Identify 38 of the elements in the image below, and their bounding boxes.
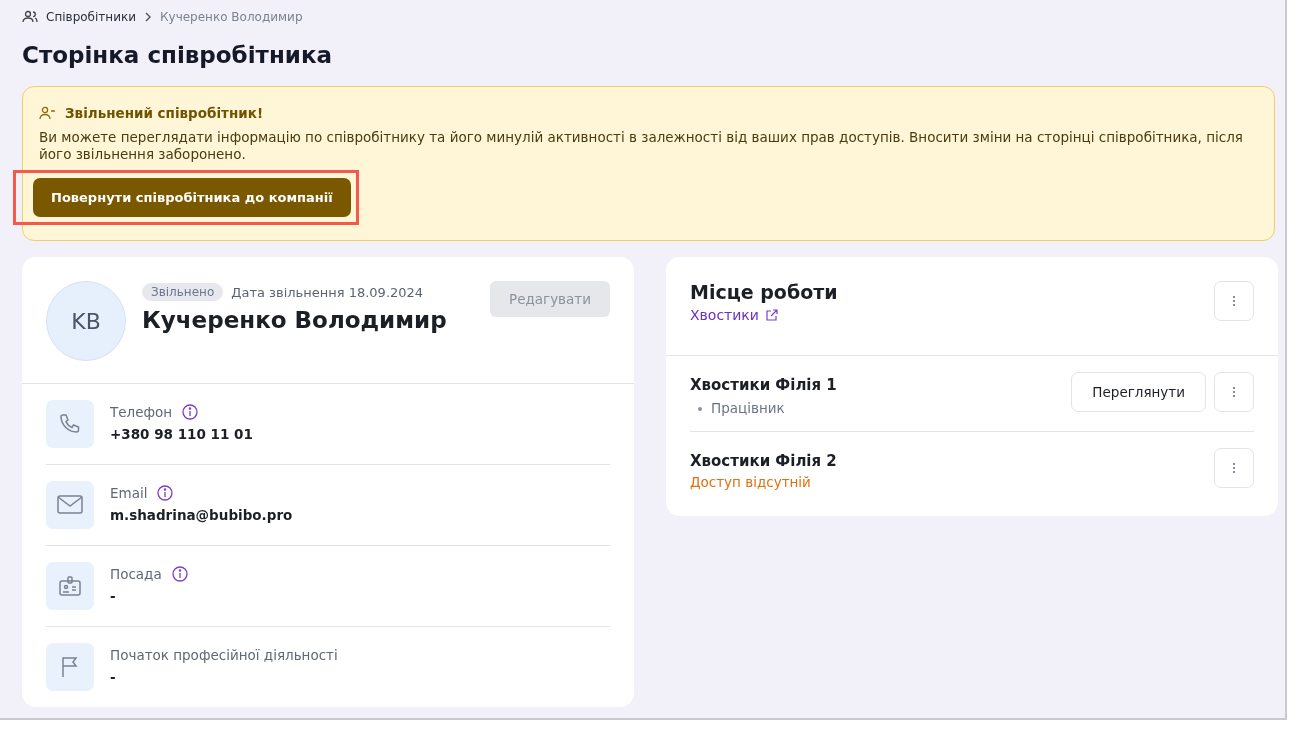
phone-icon [58, 412, 82, 436]
section-title: Місце роботи [690, 281, 838, 303]
person-minus-icon [39, 106, 57, 120]
field-value: - [110, 588, 117, 604]
employee-name: Кучеренко Володимир [142, 307, 448, 333]
badge-icon [58, 574, 82, 598]
status-badge: Звільнено [142, 283, 224, 301]
dismissal-date: Дата звільнення 18.09.2024 [231, 284, 424, 300]
alert-text: Ви можете переглядати інформацію по співробітнику та його минулій активності в залежності від ваших прав доступів. Вносити зміни на сторінці співробітника, після його звільнення заборонено. [39, 129, 1244, 163]
alert-title: Звільнений співробітник! [65, 105, 264, 121]
chevron-right-icon [144, 12, 152, 22]
field-value: +380 98 110 11 01 [110, 426, 253, 442]
envelope-icon [57, 494, 83, 516]
return-employee-button[interactable]: Повернути співробітника до компанії [33, 178, 351, 217]
external-link-icon [764, 308, 778, 322]
breadcrumb-link[interactable]: Співробітники [46, 10, 136, 24]
kebab-menu-icon [1232, 386, 1236, 398]
field-label: Початок професійної діяльності [110, 647, 338, 663]
kebab-menu-icon [1232, 295, 1236, 307]
bullet-icon [698, 407, 702, 411]
access-status: Доступ відсутній [690, 474, 812, 490]
company-link[interactable]: Хвостики [690, 307, 759, 323]
avatar: KB [46, 281, 126, 361]
field-label: Email [110, 485, 148, 501]
info-icon[interactable] [171, 566, 188, 582]
field-value: m.shadrina@bubibo.pro [110, 507, 293, 523]
info-icon[interactable] [157, 485, 174, 501]
field-value: - [110, 669, 117, 685]
branch-name: Хвостики Філія 1 [690, 376, 837, 394]
page-title: Сторінка співробітника [22, 42, 334, 68]
field-label: Посада [110, 566, 162, 582]
branch-name: Хвостики Філія 2 [690, 452, 837, 470]
field-label: Телефон [110, 404, 173, 420]
kebab-menu-icon [1232, 462, 1236, 474]
people-icon [22, 10, 38, 24]
view-button[interactable]: Переглянути [1071, 372, 1206, 412]
role-item: Працівник [711, 400, 785, 416]
info-icon[interactable] [182, 404, 199, 420]
